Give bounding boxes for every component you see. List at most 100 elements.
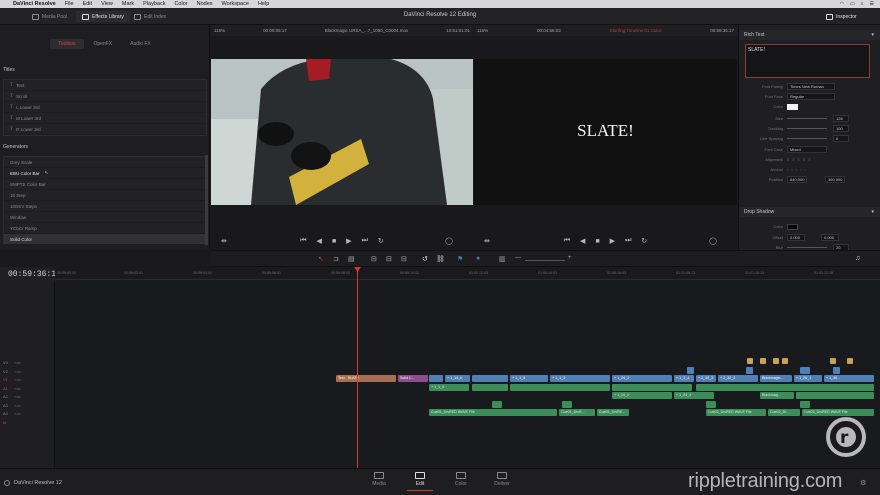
color-swatch[interactable] [787, 103, 798, 110]
clip-v1[interactable]: + 2_32_3 [718, 375, 758, 382]
zoom-out-icon[interactable]: — [515, 255, 521, 261]
play-icon[interactable]: ▶ [346, 237, 351, 245]
clip-a3[interactable] [800, 401, 810, 408]
line-spacing-field[interactable]: 0 [833, 135, 849, 142]
clip-a4[interactable]: Cue01_DrvRE... [597, 409, 629, 416]
text-input[interactable]: SLATE! [745, 44, 870, 78]
zoom-level[interactable]: 116% [477, 28, 488, 33]
clip-a1[interactable] [510, 384, 610, 391]
menu-nodes[interactable]: Nodes [197, 1, 213, 7]
playhead[interactable] [357, 267, 358, 468]
clip-v1[interactable]: + 1_36... [824, 375, 874, 382]
trim-tool-icon[interactable]: ⊐ [333, 255, 339, 263]
scrollbar[interactable] [205, 155, 208, 245]
zoom-in-icon[interactable]: + [568, 255, 572, 261]
clip-a2[interactable]: + 1_24_3 [674, 392, 714, 399]
list-item[interactable]: TM Lower 3rd [4, 113, 206, 124]
last-frame-icon[interactable]: ⏭ [625, 237, 631, 245]
source-clip-name[interactable]: Blackmagic URSA_...7_1050_C0004.mov [325, 28, 409, 33]
tracking-field[interactable]: 100 [833, 125, 849, 132]
selection-tool-icon[interactable]: ↖ [318, 255, 324, 263]
menu-workspace[interactable]: Workspace [222, 1, 249, 7]
clip-v1[interactable]: + 1_3_4 [674, 375, 694, 382]
search-icon[interactable]: ⌕ [861, 1, 864, 7]
page-media[interactable]: Media [359, 472, 399, 491]
clip-v1[interactable]: + 1_26_1 [794, 375, 822, 382]
clip-v1[interactable] [429, 375, 443, 382]
clip-a4[interactable]: Cue02_Dr... [768, 409, 800, 416]
list-item[interactable]: TL Lower 3rd [4, 102, 206, 113]
clip-a2[interactable]: Blackmag... [760, 392, 794, 399]
menu-help[interactable]: Help [258, 1, 269, 7]
clip-a2[interactable] [796, 392, 874, 399]
clip-thumbnail[interactable] [847, 358, 853, 364]
last-frame-icon[interactable]: ⏭ [362, 237, 368, 245]
list-item[interactable]: 10 Step [4, 190, 206, 201]
clip-thumbnail[interactable] [830, 358, 836, 364]
clip-v2[interactable] [833, 367, 840, 374]
offset-y-field[interactable]: 0.000 [821, 234, 839, 241]
rich-text-header[interactable]: Rich Text ▾ [739, 30, 880, 40]
mark-in-icon[interactable]: ◯ [445, 237, 453, 245]
clip-a4[interactable]: Cue01_DrvRED WAVE File [429, 409, 557, 416]
jog-left-icon[interactable]: ⇹ [221, 237, 227, 245]
timeline-name[interactable]: Starting Timeline 01 Color [610, 28, 662, 33]
list-item[interactable]: Grey Scale [4, 157, 206, 168]
loop-icon[interactable]: ↻ [641, 237, 647, 245]
loop-icon[interactable]: ↻ [378, 237, 384, 245]
clip-v1[interactable] [472, 375, 508, 382]
snapping-icon[interactable]: ↺ [422, 255, 428, 263]
list-item[interactable]: Solid Color [4, 234, 206, 245]
play-reverse-icon[interactable]: ◀ [580, 237, 585, 245]
marker-icon[interactable]: ● [476, 255, 480, 262]
list-item[interactable]: YCbCr Ramp [4, 223, 206, 234]
clip-a4[interactable]: Cue03_DrvRED WAVE File [802, 409, 874, 416]
clip-thumbnail[interactable] [782, 358, 788, 364]
page-color[interactable]: Color [441, 472, 481, 491]
list-item[interactable]: T Text [4, 80, 206, 91]
stop-icon[interactable]: ■ [595, 238, 599, 245]
menu-edit[interactable]: Edit [83, 1, 92, 7]
timeline-ruler[interactable]: 00:59:00:00 00:59:02:01 00:59:04:01 00:5… [55, 267, 880, 280]
flag-icon[interactable]: ⚑ [457, 255, 463, 263]
clip-a4[interactable]: Cue01_DrvR... [559, 409, 595, 416]
source-frame[interactable] [211, 59, 473, 205]
collapse-icon[interactable]: ▾ [871, 209, 874, 215]
offset-x-field[interactable]: 0.000 [787, 234, 805, 241]
list-item[interactable]: T Scroll [4, 91, 206, 102]
project-title[interactable]: DaVinci Resolve 12 Editing [0, 12, 880, 18]
tracking-slider[interactable] [787, 128, 827, 129]
timeline-timecode[interactable]: 00:59:36:17 [8, 270, 61, 279]
tab-openfx[interactable]: OpenFX [86, 39, 121, 49]
first-frame-icon[interactable]: ⏮ [564, 237, 570, 245]
menu-color[interactable]: Color [174, 1, 187, 7]
jog-left-icon[interactable]: ⇹ [484, 237, 490, 245]
clip-thumbnail[interactable] [747, 358, 753, 364]
size-slider[interactable] [787, 118, 827, 119]
program-frame[interactable]: SLATE! [474, 59, 737, 205]
list-item[interactable]: EBU Color Bar ↖ [4, 168, 206, 179]
menu-view[interactable]: View [101, 1, 113, 7]
font-face-select[interactable]: Regular [787, 93, 835, 100]
clip-v1[interactable]: Blackmagic... [760, 375, 792, 382]
clip-v1[interactable]: Text - SLATE [336, 375, 396, 382]
clip-v1[interactable]: + 1_14_b [445, 375, 470, 382]
inspector-button[interactable]: Inspector [820, 11, 863, 22]
replace-clip-icon[interactable]: ⊟ [401, 255, 407, 263]
clip-a3[interactable] [706, 401, 716, 408]
clip-v1[interactable]: + 1_1_5 [510, 375, 548, 382]
clip-a1[interactable] [472, 384, 508, 391]
clip-thumbnail[interactable] [760, 358, 766, 364]
collapse-icon[interactable]: ▾ [871, 32, 874, 38]
clip-a3[interactable] [562, 401, 572, 408]
insert-clip-icon[interactable]: ⊟ [371, 255, 377, 263]
clip-thumbnail[interactable] [773, 358, 779, 364]
drop-shadow-header[interactable]: Drop Shadow ▾ [739, 207, 880, 217]
font-family-select[interactable]: Times New Roman [787, 83, 835, 90]
clip-v1[interactable]: + 1_1_3 [550, 375, 610, 382]
settings-icon[interactable]: ⚙ [860, 479, 866, 487]
play-reverse-icon[interactable]: ◀ [317, 237, 322, 245]
overwrite-clip-icon[interactable]: ⊟ [386, 255, 392, 263]
tab-toolbox[interactable]: Toolbox [50, 39, 84, 49]
clip-v2[interactable] [687, 367, 694, 374]
